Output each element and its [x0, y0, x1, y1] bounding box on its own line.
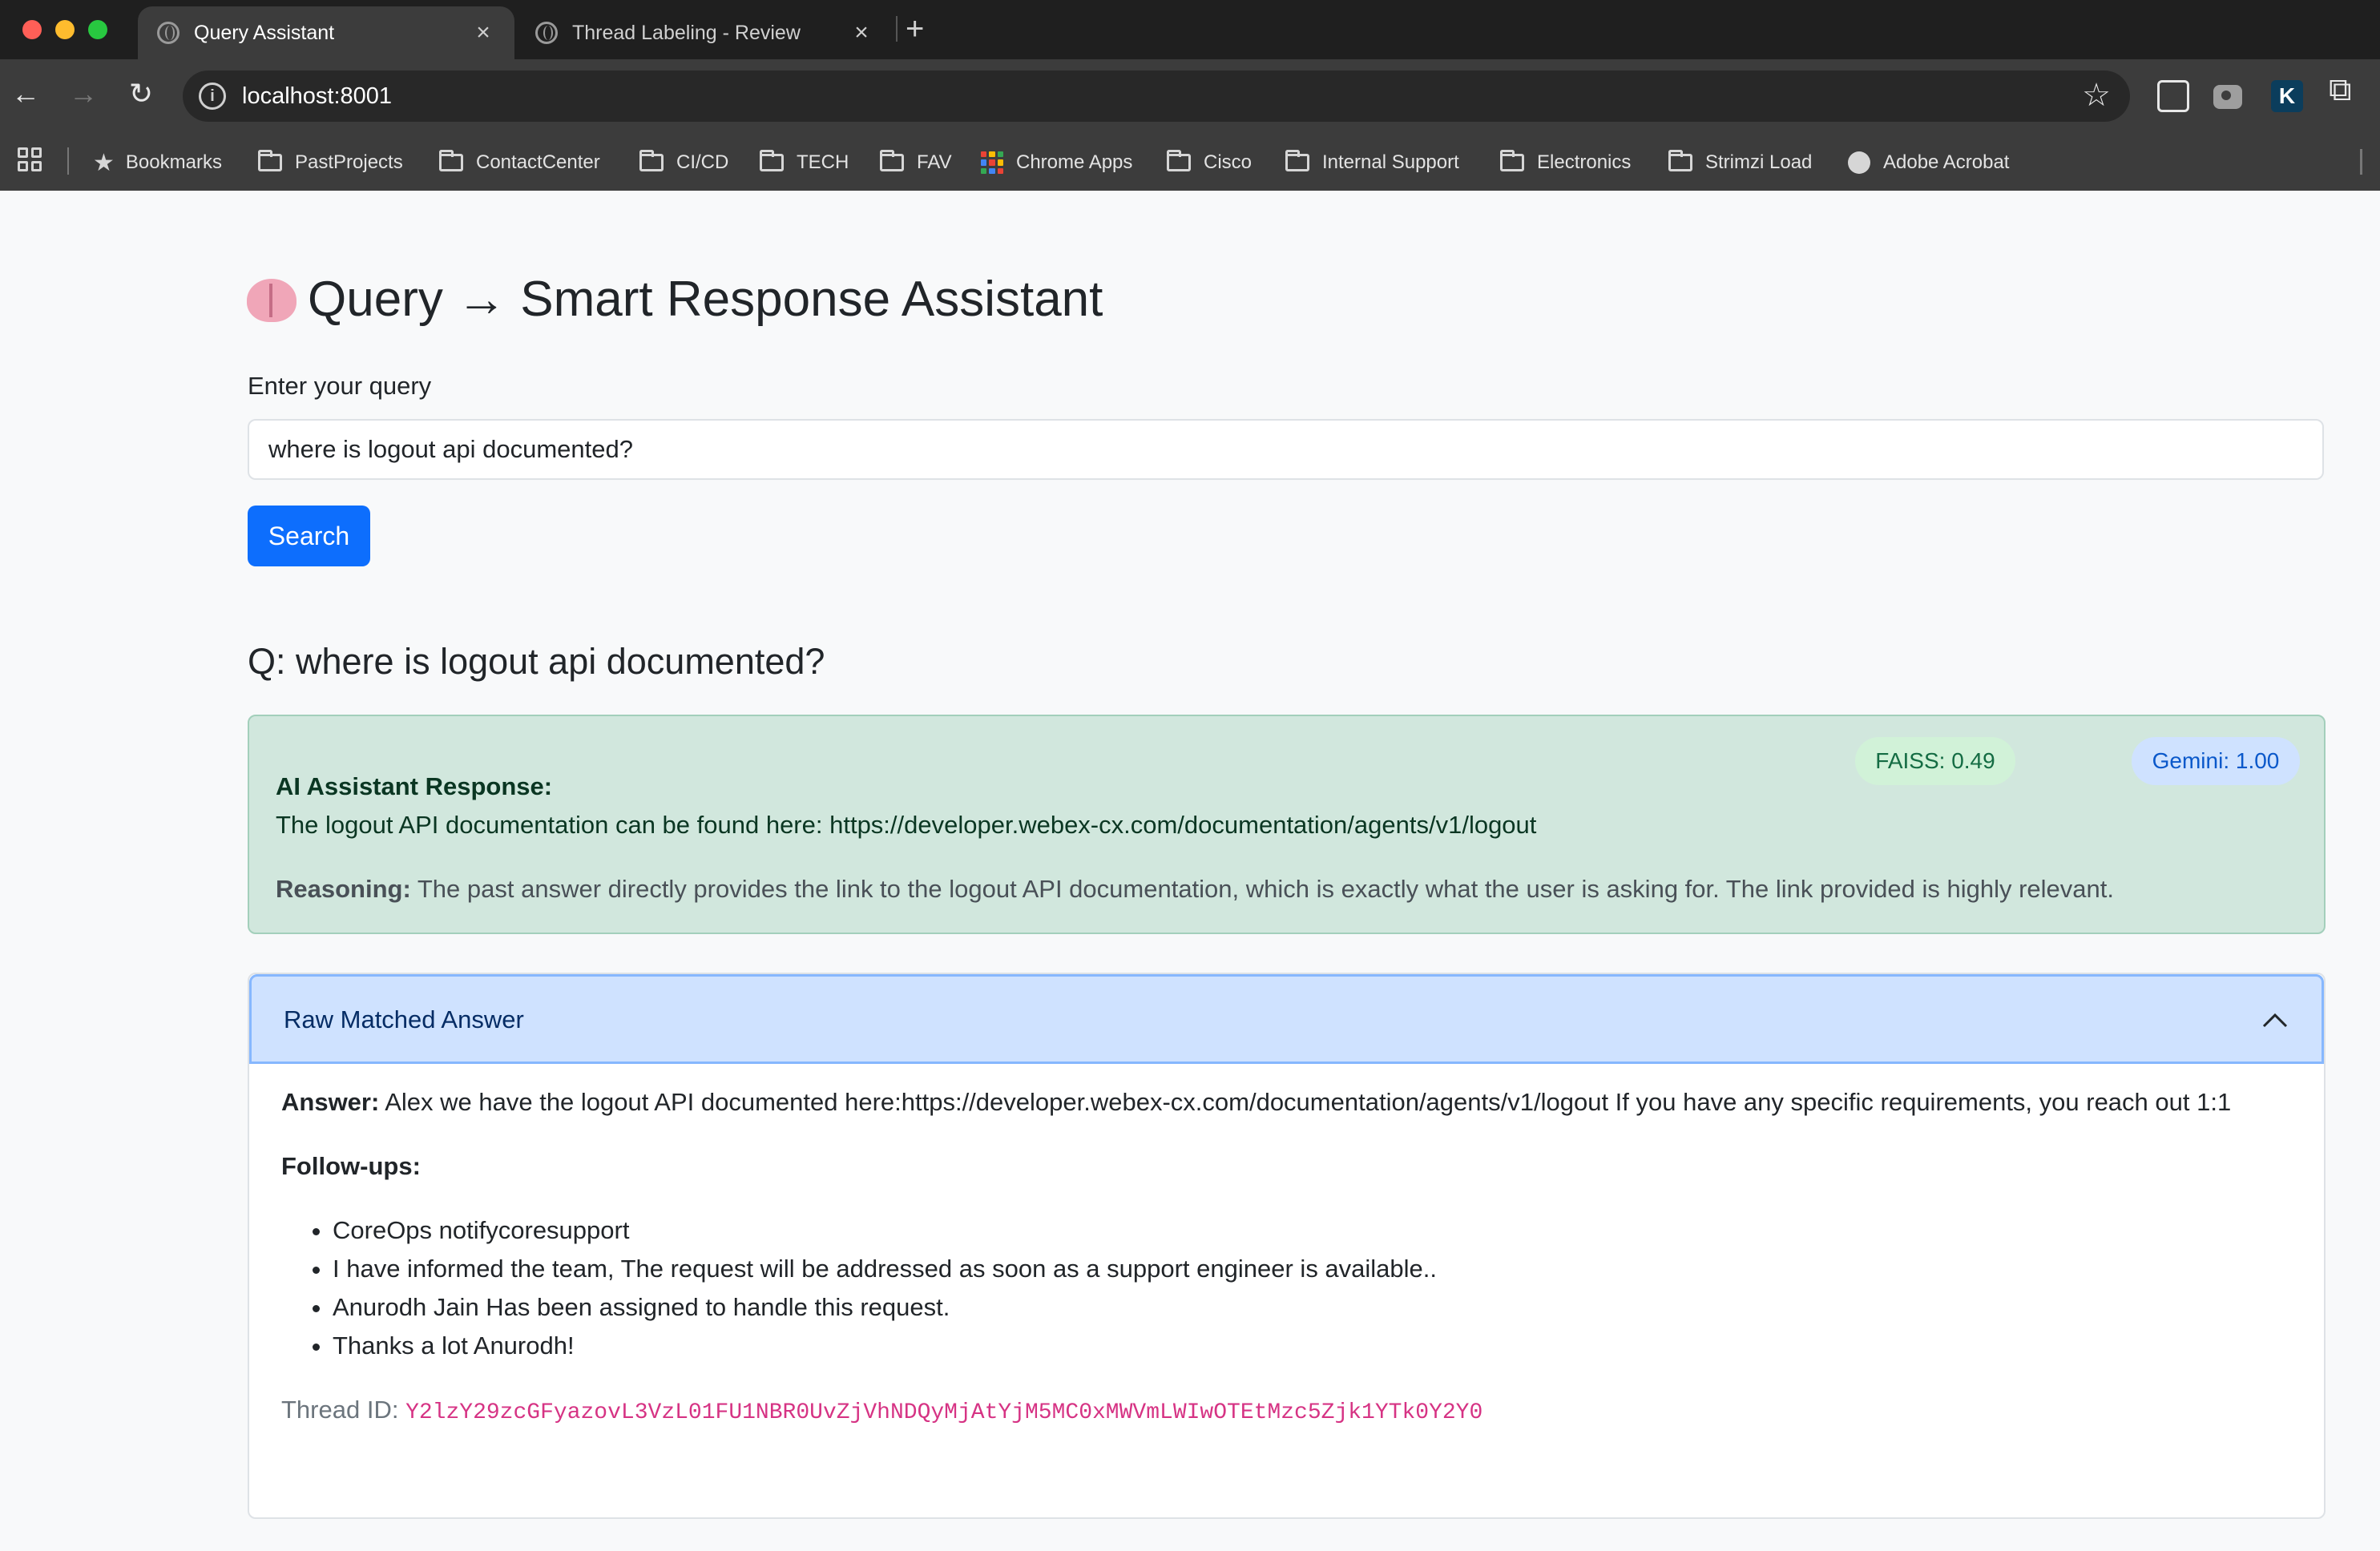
folder-icon	[439, 150, 463, 171]
accordion-body: Answer: Alex we have the logout API docu…	[281, 1083, 2293, 1432]
back-icon[interactable]: ←	[6, 77, 45, 111]
raw-answer: Answer: Alex we have the logout API docu…	[281, 1083, 2293, 1122]
raw-matched-answer-accordion: Raw Matched Answer Answer: Alex we have …	[248, 973, 2326, 1519]
question-heading: Q: where is logout api documented?	[248, 641, 825, 682]
query-input[interactable]	[248, 419, 2324, 480]
list-item: Anurodh Jain Has been assigned to handle…	[333, 1288, 2293, 1327]
ai-response-heading: AI Assistant Response:	[276, 772, 553, 800]
folder-icon	[1668, 150, 1692, 171]
camera-extension-icon[interactable]	[2213, 85, 2242, 109]
followups-heading: Follow-ups:	[281, 1152, 421, 1180]
bookmark-electronics[interactable]: Electronics	[1500, 135, 1631, 191]
gemini-score-badge: Gemini: 1.00	[2132, 737, 2300, 785]
tab-divider	[896, 16, 898, 42]
tab-title: Query Assistant	[194, 21, 335, 44]
chevron-up-icon	[2262, 1013, 2288, 1028]
tab-thread-labeling[interactable]: Thread Labeling - Review ×	[516, 6, 893, 59]
reload-icon[interactable]: ↻	[122, 77, 160, 111]
close-tab-icon[interactable]: ×	[471, 19, 495, 46]
list-item: Thanks a lot Anurodh!	[333, 1327, 2293, 1365]
thread-id: Thread ID: Y2lzY29zcGFyazovL3VzL01FU1NBR…	[281, 1391, 2293, 1432]
extensions-puzzle-icon[interactable]: ⧉	[2329, 72, 2361, 107]
folder-icon	[639, 150, 664, 171]
bookmark-adobe-acrobat[interactable]: Adobe Acrobat	[1848, 135, 2009, 191]
site-info-icon[interactable]: i	[199, 83, 226, 110]
bookmark-label: ContactCenter	[476, 151, 600, 173]
bookmark-label: PastProjects	[295, 151, 403, 173]
apps-grid-icon	[981, 151, 1003, 174]
folder-icon	[760, 150, 784, 171]
list-item: CoreOps notifycoresupport	[333, 1211, 2293, 1250]
page-content: Query → Smart Response Assistant Enter y…	[0, 191, 2380, 1551]
folder-icon	[880, 150, 904, 171]
bookmark-label: Strimzi Load	[1705, 151, 1813, 173]
tab-query-assistant[interactable]: Query Assistant ×	[138, 6, 514, 59]
close-window-button[interactable]	[22, 20, 42, 39]
browser-toolbar: ← → ↻ i localhost:8001 ☆ K ⧉	[0, 59, 2380, 135]
ai-response-card: FAISS: 0.49 Gemini: 1.00 AI Assistant Re…	[248, 715, 2326, 934]
address-url[interactable]: localhost:8001	[242, 83, 392, 110]
accordion-toggle[interactable]: Raw Matched Answer	[249, 974, 2324, 1064]
bookmarks-overflow-separator	[2360, 149, 2362, 175]
bookmark-bookmarks[interactable]: ★ Bookmarks	[93, 135, 222, 191]
bookmark-label: Bookmarks	[125, 151, 222, 173]
followups-list: CoreOps notifycoresupport I have informe…	[281, 1211, 2293, 1365]
reasoning-text: The past answer directly provides the li…	[410, 875, 2114, 903]
folder-icon	[258, 150, 282, 171]
list-item: I have informed the team, The request wi…	[333, 1250, 2293, 1288]
brain-icon	[247, 279, 296, 322]
accordion-title: Raw Matched Answer	[284, 1005, 524, 1033]
bookmark-label: Electronics	[1537, 151, 1632, 173]
new-tab-icon[interactable]: +	[906, 11, 924, 47]
page-title: Query → Smart Response Assistant	[247, 271, 1103, 328]
ai-reasoning: Reasoning: The past answer directly prov…	[276, 875, 2114, 904]
bookmark-internal-support[interactable]: Internal Support	[1285, 135, 1459, 191]
bookmark-chrome-apps[interactable]: Chrome Apps	[981, 135, 1132, 191]
bookmarks-separator	[67, 147, 69, 175]
folder-icon	[1500, 150, 1524, 171]
bookmark-label: CI/CD	[676, 151, 729, 173]
bookmark-fav[interactable]: FAV	[880, 135, 952, 191]
bookmark-label: Internal Support	[1322, 151, 1459, 173]
address-bar[interactable]: i localhost:8001 ☆	[183, 70, 2130, 122]
apps-grid-icon[interactable]	[18, 147, 42, 171]
browser-tabstrip: Query Assistant × Thread Labeling - Revi…	[0, 0, 2380, 59]
globe-icon	[1848, 151, 1870, 174]
search-button[interactable]: Search	[248, 506, 370, 566]
tab-title: Thread Labeling - Review	[572, 21, 801, 44]
bookmark-strimzi-load[interactable]: Strimzi Load	[1668, 135, 1812, 191]
bookmark-label: FAV	[917, 151, 952, 173]
bookmark-star-icon[interactable]: ☆	[2082, 77, 2111, 114]
page-title-text: Query → Smart Response Assistant	[308, 272, 1103, 327]
bookmark-cisco[interactable]: Cisco	[1167, 135, 1252, 191]
k-extension-icon[interactable]: K	[2271, 80, 2303, 112]
star-icon: ★	[93, 149, 115, 176]
bookmark-pastprojects[interactable]: PastProjects	[258, 135, 403, 191]
reasoning-label: Reasoning:	[276, 875, 411, 903]
maximize-window-button[interactable]	[88, 20, 107, 39]
bookmark-tech[interactable]: TECH	[760, 135, 849, 191]
bookmark-label: Adobe Acrobat	[1883, 151, 2010, 173]
thread-id-value: Y2lzY29zcGFyazovL3VzL01FU1NBR0UvZjVhNDQy…	[405, 1400, 1483, 1425]
folder-icon	[1167, 150, 1191, 171]
folder-icon	[1285, 150, 1309, 171]
bookmark-label: Cisco	[1204, 151, 1253, 173]
forward-icon[interactable]: →	[64, 77, 103, 111]
globe-icon	[535, 22, 558, 44]
ai-response-text: The logout API documentation can be foun…	[276, 811, 1537, 839]
bookmarks-bar: ★ Bookmarks PastProjects ContactCenter C…	[0, 135, 2380, 191]
answer-text: Alex we have the logout API documented h…	[379, 1088, 2232, 1116]
faiss-score-badge: FAISS: 0.49	[1855, 737, 2015, 785]
query-label: Enter your query	[248, 372, 432, 400]
thread-id-label: Thread ID:	[281, 1396, 406, 1424]
tab-search-icon[interactable]	[2157, 80, 2189, 112]
bookmark-label: Chrome Apps	[1016, 151, 1133, 173]
close-tab-icon[interactable]: ×	[849, 19, 873, 46]
globe-icon	[157, 22, 180, 44]
bookmark-contactcenter[interactable]: ContactCenter	[439, 135, 600, 191]
bookmark-label: TECH	[797, 151, 849, 173]
answer-label: Answer:	[281, 1088, 380, 1116]
bookmark-cicd[interactable]: CI/CD	[639, 135, 728, 191]
minimize-window-button[interactable]	[55, 20, 75, 39]
